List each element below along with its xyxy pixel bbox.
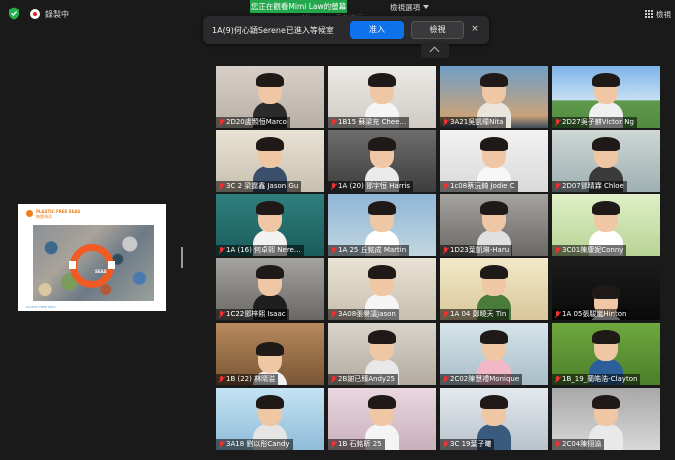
muted-microphone-icon [330,440,336,449]
participant-tile[interactable]: 3A21吳凱瞳Nita [440,66,548,128]
muted-microphone-icon [218,440,224,449]
participant-tile[interactable]: 1B (22) 林晴溢 [216,323,324,385]
participant-tile[interactable]: 2D07鄧晴霖 Chloe [552,130,660,192]
muted-microphone-icon [330,375,336,384]
participant-name: 2D07鄧晴霖 Chloe [562,182,624,190]
admit-button[interactable]: 准入 [350,21,404,39]
participant-tile[interactable]: 2B謝已臻Andy25 [328,323,436,385]
muted-microphone-icon [330,182,336,191]
shared-screen[interactable]: PLASTIC FREE SEAS 無塑海洋 SEAS PLASTIC FREE… [18,204,166,311]
muted-microphone-icon [442,118,448,127]
chevron-down-icon [423,5,429,9]
participant-name: 2C02陳慧禮Monique [450,375,520,383]
participant-tile[interactable]: 1c08蔡沅錡 Jodie C [440,130,548,192]
participant-name: 1B_19_蘭皓浩-Clayton [562,375,638,383]
participant-name: 1A 04 鄭曉天 Tin [450,310,507,318]
muted-microphone-icon [442,310,448,319]
muted-microphone-icon [330,118,336,127]
view-options-button[interactable]: 檢視選項 [390,1,429,13]
participant-tile[interactable]: 3A18 劉以彤Candy [216,388,324,450]
muted-microphone-icon [218,310,224,319]
chevron-up-icon [429,46,440,57]
participant-name: 3A21吳凱瞳Nita [450,118,504,126]
muted-microphone-icon [330,246,336,255]
gallery-view-button[interactable]: 檢視 [644,8,671,20]
participant-tile[interactable]: 2C04陳栩渝 [552,388,660,450]
participant-tile[interactable]: 2D27吳子麒Victor Ng [552,66,660,128]
plastic-free-seas-logo: PLASTIC FREE SEAS 無塑海洋 [26,209,80,219]
participant-tile[interactable]: 1A 04 鄭曉天 Tin [440,258,548,320]
participant-tile[interactable]: 1A 05張駿嵐Hinton [552,258,660,320]
participant-tile[interactable]: 1A (20) 鄧宇恒 Harris [328,130,436,192]
participant-name: 2B謝已臻Andy25 [338,375,395,383]
participant-tile[interactable]: 3C01陳康妮Conny [552,194,660,256]
split-view-handle[interactable] [181,247,183,268]
participant-name: 1A 25 丘銘成 Martin [338,246,407,254]
participant-tile[interactable]: 1A (16) 何卓熙 Nere... [216,194,324,256]
muted-microphone-icon [330,310,336,319]
muted-microphone-icon [218,182,224,191]
muted-microphone-icon [442,375,448,384]
muted-microphone-icon [218,375,224,384]
participant-name: 2D20盧顥恒Marco [226,118,287,126]
recording-label: 錄製中 [45,9,69,19]
muted-microphone-icon [442,440,448,449]
close-icon[interactable]: × [470,23,480,35]
muted-microphone-icon [554,118,560,127]
muted-microphone-icon [554,246,560,255]
participant-name: 1B (22) 林晴溢 [226,375,276,383]
muted-microphone-icon [442,246,448,255]
logo-mark-icon [26,210,33,217]
participant-tile[interactable]: 1B 石銘昕 25 [328,388,436,450]
gallery-view-label: 檢視 [656,9,671,19]
shield-check-icon[interactable] [8,7,20,20]
participant-name: 1A (20) 鄧宇恒 Harris [338,182,411,190]
muted-microphone-icon [218,118,224,127]
muted-microphone-icon [554,310,560,319]
slide-footer: PLASTIC FREE SEAS [26,305,56,309]
participant-tile[interactable]: 1A 25 丘銘成 Martin [328,194,436,256]
participant-name: 1A 05張駿嵐Hinton [562,310,627,318]
muted-microphone-icon [554,375,560,384]
participant-tile[interactable]: 2D20盧顥恒Marco [216,66,324,128]
participant-tile[interactable]: 3C 19葉子曦 [440,388,548,450]
muted-microphone-icon [554,440,560,449]
participant-name: 2D27吳子麒Victor Ng [562,118,634,126]
viewing-screen-banner: 您正在觀看Mimi Law的螢幕 [250,0,347,13]
participant-tile[interactable]: 1B15 蘇梁充 Chee... [328,66,436,128]
participant-name: 1A (16) 何卓熙 Nere... [226,246,301,254]
participant-tile[interactable]: 1C22鄧梓熙 Isaac [216,258,324,320]
participant-tile[interactable]: 1D23葉凱琳-Haru [440,194,548,256]
participant-name: 3A18 劉以彤Candy [226,440,290,448]
muted-microphone-icon [442,182,448,191]
record-icon [30,9,40,19]
muted-microphone-icon [554,182,560,191]
participant-name: 2C04陳栩渝 [562,440,602,448]
muted-microphone-icon [218,246,224,255]
waiting-room-message: 1A(9)何心穎Serene已進入等候室 [212,26,334,35]
participant-name: 1B 石銘昕 25 [338,440,382,448]
logo-subtitle: 無塑海洋 [36,214,52,219]
participant-tile[interactable]: 1B_19_蘭皓浩-Clayton [552,323,660,385]
participant-name: 1D23葉凱琳-Haru [450,246,510,254]
collapse-toolbar-button[interactable] [421,42,449,58]
participant-name: 3A08張譽議Jason [338,310,396,318]
view-options-label: 檢視選項 [390,2,420,12]
life-ring-text: SEAS [95,269,107,274]
participant-tile[interactable]: 3C 2 梁霆鑫 Jason Gu [216,130,324,192]
waiting-room-notification: 1A(9)何心穎Serene已進入等候室 准入 檢視 × [203,16,489,44]
participant-name: 3C01陳康妮Conny [562,246,624,254]
view-waiting-room-button[interactable]: 檢視 [411,21,464,39]
plastic-waste-photo: SEAS [33,225,154,301]
participant-name: 3C 19葉子曦 [450,440,492,448]
participant-tile[interactable]: 3A08張譽議Jason [328,258,436,320]
life-ring-icon [69,244,115,288]
participant-name: 1B15 蘇梁充 Chee... [338,118,407,126]
grid-icon [644,10,653,19]
participant-name: 3C 2 梁霆鑫 Jason Gu [226,182,299,190]
participant-name: 1c08蔡沅錡 Jodie C [450,182,515,190]
participant-name: 1C22鄧梓熙 Isaac [226,310,286,318]
recording-indicator[interactable]: 錄製中 [30,7,69,21]
participant-tile[interactable]: 2C02陳慧禮Monique [440,323,548,385]
